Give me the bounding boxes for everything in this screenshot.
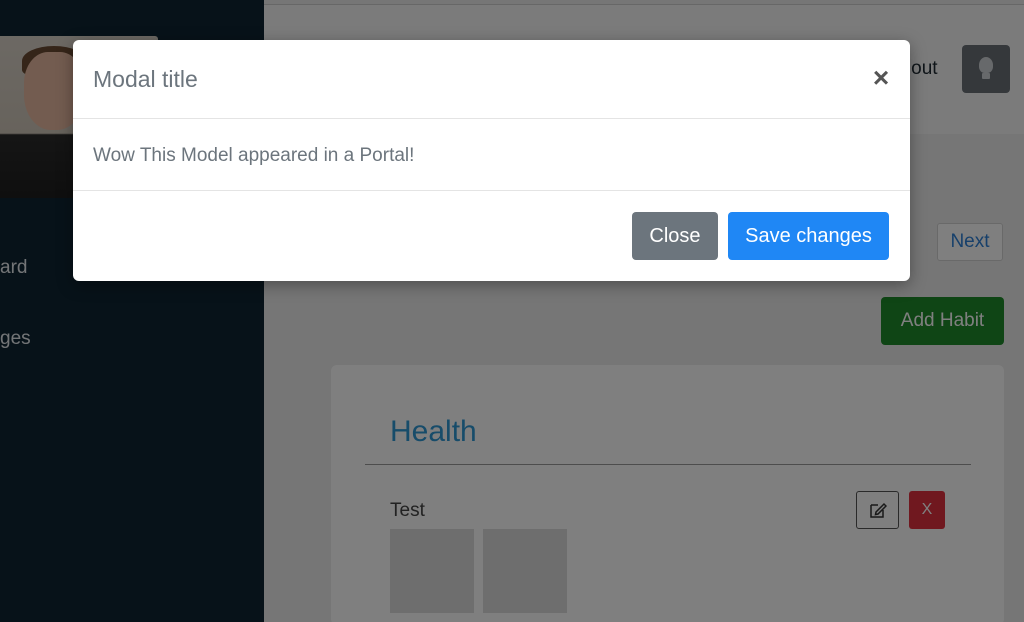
close-button[interactable]: Close [632, 212, 718, 260]
modal-header: Modal title × [73, 40, 910, 119]
modal-body-text: Wow This Model appeared in a Portal! [93, 145, 415, 166]
save-changes-button[interactable]: Save changes [728, 212, 889, 260]
modal-body: Wow This Model appeared in a Portal! [73, 119, 910, 191]
close-icon[interactable]: × [869, 64, 893, 92]
modal-dialog: Modal title × Wow This Model appeared in… [73, 40, 910, 281]
modal-title: Modal title [93, 66, 198, 92]
modal-footer: Close Save changes [73, 191, 910, 281]
